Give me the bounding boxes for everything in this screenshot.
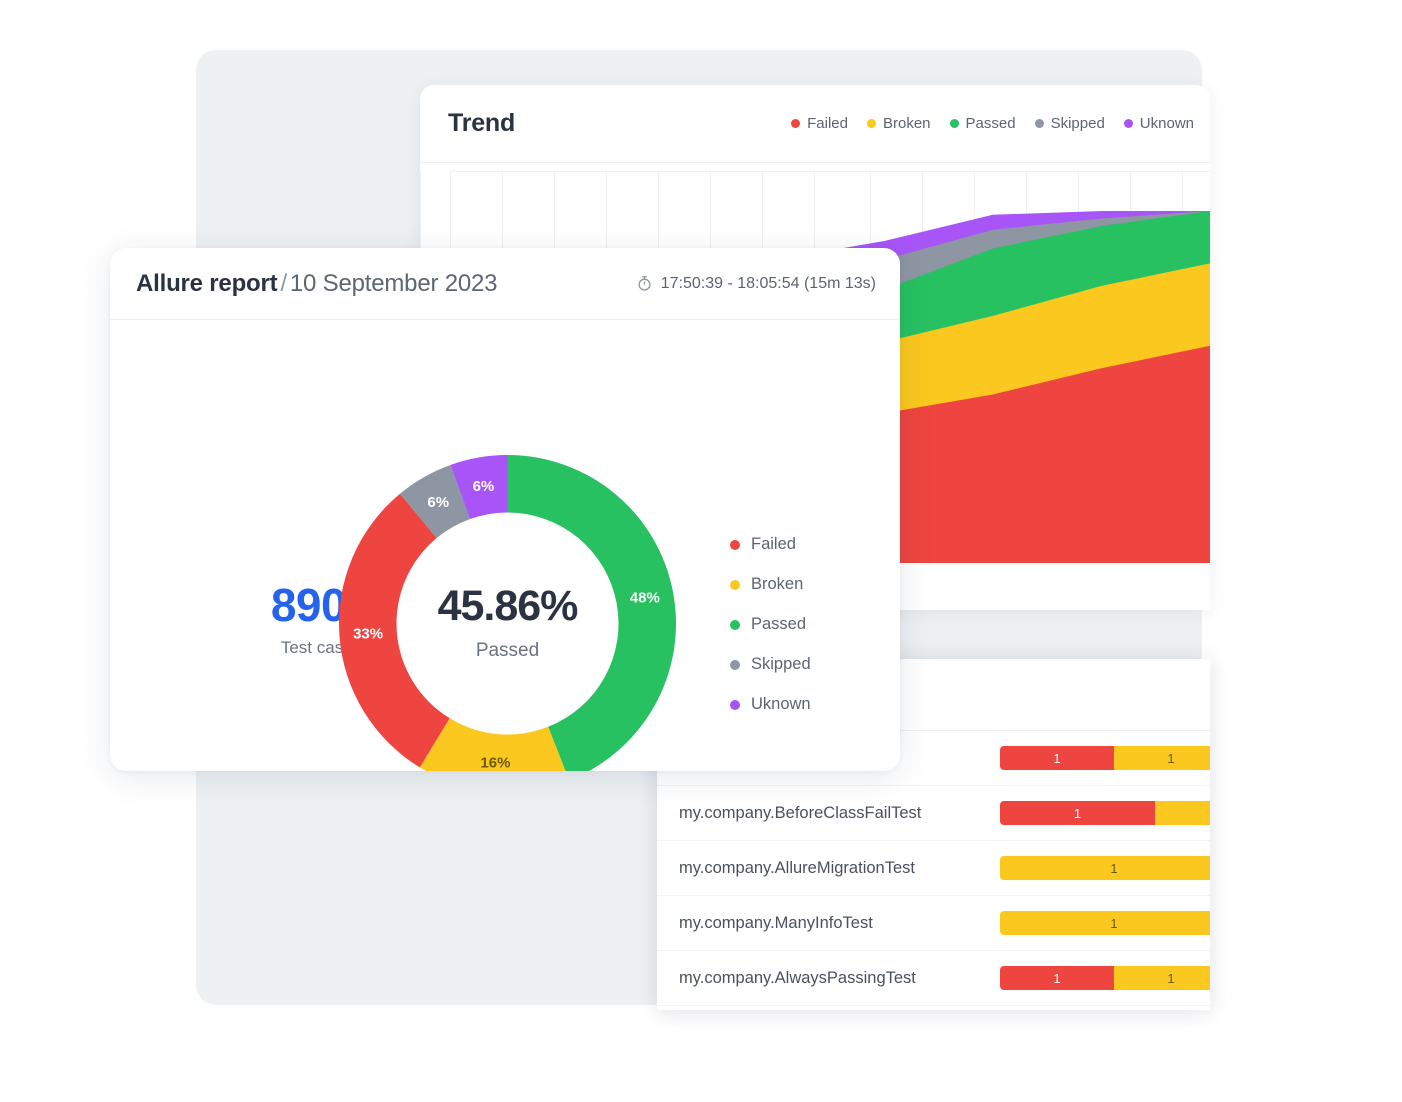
trend-legend-item[interactable]: Skipped	[1034, 115, 1105, 132]
report-title-strong: Allure report	[136, 269, 278, 297]
trend-legend-item[interactable]: Failed	[791, 115, 848, 132]
donut-slice-label: 48%	[630, 589, 660, 606]
page-title: Allure report/10 September 2023	[136, 269, 498, 298]
trend-legend-label: Failed	[807, 115, 848, 132]
donut-legend-item[interactable]: Broken	[730, 575, 811, 594]
legend-dot-icon	[730, 579, 740, 590]
table-row[interactable]: my.company.BeforeClassFailTest 1	[657, 786, 1210, 841]
title-separator: /	[280, 269, 287, 297]
duration-text: 17:50:39 - 18:05:54 (15m 13s)	[660, 274, 876, 292]
trend-card-header: Trend Failed Broken Passed Skipped Uknown	[420, 85, 1210, 163]
donut-legend-item[interactable]: Failed	[730, 535, 811, 554]
suite-name: my.company.AllureMigrationTest	[679, 858, 915, 877]
donut-legend-label: Passed	[751, 615, 807, 633]
donut-legend: Failed Broken Passed Skipped Uknown	[730, 535, 811, 714]
legend-dot-icon	[1123, 119, 1133, 128]
suite-bar-segment-broken: 1	[1000, 856, 1210, 880]
trend-legend-label: Skipped	[1050, 115, 1105, 132]
suite-name: my.company.ManyInfoTest	[679, 913, 873, 932]
allure-report-card: Allure report/10 September 2023 17:50:39…	[110, 248, 900, 771]
legend-dot-icon	[730, 659, 740, 670]
suite-status-bar: 11	[1000, 746, 1210, 770]
suite-status-bar: 11	[1000, 966, 1210, 990]
donut-legend-label: Uknown	[751, 695, 811, 713]
suite-bar-segment-failed: 1	[1000, 966, 1114, 990]
trend-title: Trend	[448, 109, 516, 137]
donut-slice-label: 16%	[480, 755, 510, 771]
suite-name: my.company.BeforeClassFailTest	[679, 803, 922, 822]
donut-legend-item[interactable]: Uknown	[730, 695, 811, 714]
stopwatch-icon	[636, 275, 653, 292]
legend-dot-icon	[730, 699, 740, 710]
legend-dot-icon	[730, 619, 740, 630]
table-row[interactable]: my.company.ManyInfoTest 1	[657, 896, 1210, 951]
suite-bar-segment-failed: 1	[1000, 746, 1114, 770]
table-row[interactable]: my.company.AlwaysPassingTest 1 1	[657, 951, 1210, 1006]
donut-slice-label: 6%	[427, 494, 449, 511]
table-row[interactable]: my.company.AllureMigrationTest 1	[657, 841, 1210, 896]
legend-dot-icon	[791, 119, 801, 128]
suite-status-bar: 1	[1000, 856, 1210, 880]
suite-bar-segment-broken: 1	[1000, 911, 1210, 935]
donut-slice-label: 6%	[473, 478, 495, 495]
trend-legend: Failed Broken Passed Skipped Uknown	[791, 115, 1210, 132]
suites-list: my.company.ManyInfoTest11my.company.Befo…	[657, 731, 1210, 1006]
donut-slice-passed[interactable]	[507, 455, 677, 771]
donut-legend-item[interactable]: Passed	[730, 615, 811, 634]
legend-dot-icon	[1034, 119, 1044, 128]
suite-bar-segment-broken: 1	[1114, 746, 1210, 770]
legend-dot-icon	[949, 119, 959, 128]
allure-report-header: Allure report/10 September 2023 17:50:39…	[110, 248, 900, 320]
donut-chart-svg: 48% 16% 33% 6% 6%	[338, 455, 677, 771]
trend-legend-label: Uknown	[1139, 115, 1194, 132]
donut-legend-label: Failed	[751, 535, 796, 553]
suite-bar-segment-broken: 1	[1114, 966, 1210, 990]
suite-bar-segment-failed: 1	[1000, 801, 1156, 825]
trend-legend-item[interactable]: Uknown	[1123, 115, 1194, 132]
trend-legend-item[interactable]: Broken	[867, 115, 931, 132]
suite-status-bar: 1	[1000, 911, 1210, 935]
allure-report-body: 8901 Test cases 48% 16% 33% 6% 6% 45.86% Pas…	[110, 320, 900, 771]
donut-legend-item[interactable]: Skipped	[730, 655, 811, 674]
legend-dot-icon	[867, 119, 876, 128]
donut-legend-label: Skipped	[751, 655, 811, 673]
suite-name: my.company.AlwaysPassingTest	[679, 968, 916, 987]
donut-chart: 48% 16% 33% 6% 6% 45.86% Passed	[338, 455, 677, 771]
suite-bar-segment-broken	[1155, 801, 1210, 825]
suite-status-bar: 1	[1000, 801, 1210, 825]
donut-legend-label: Broken	[751, 575, 804, 593]
legend-dot-icon	[730, 539, 740, 550]
report-date: 10 September 2023	[289, 269, 498, 297]
trend-legend-label: Passed	[965, 115, 1016, 132]
report-duration: 17:50:39 - 18:05:54 (15m 13s)	[636, 275, 876, 293]
trend-legend-label: Broken	[883, 115, 931, 132]
trend-legend-item[interactable]: Passed	[949, 115, 1016, 132]
donut-slice-label: 33%	[353, 626, 383, 643]
